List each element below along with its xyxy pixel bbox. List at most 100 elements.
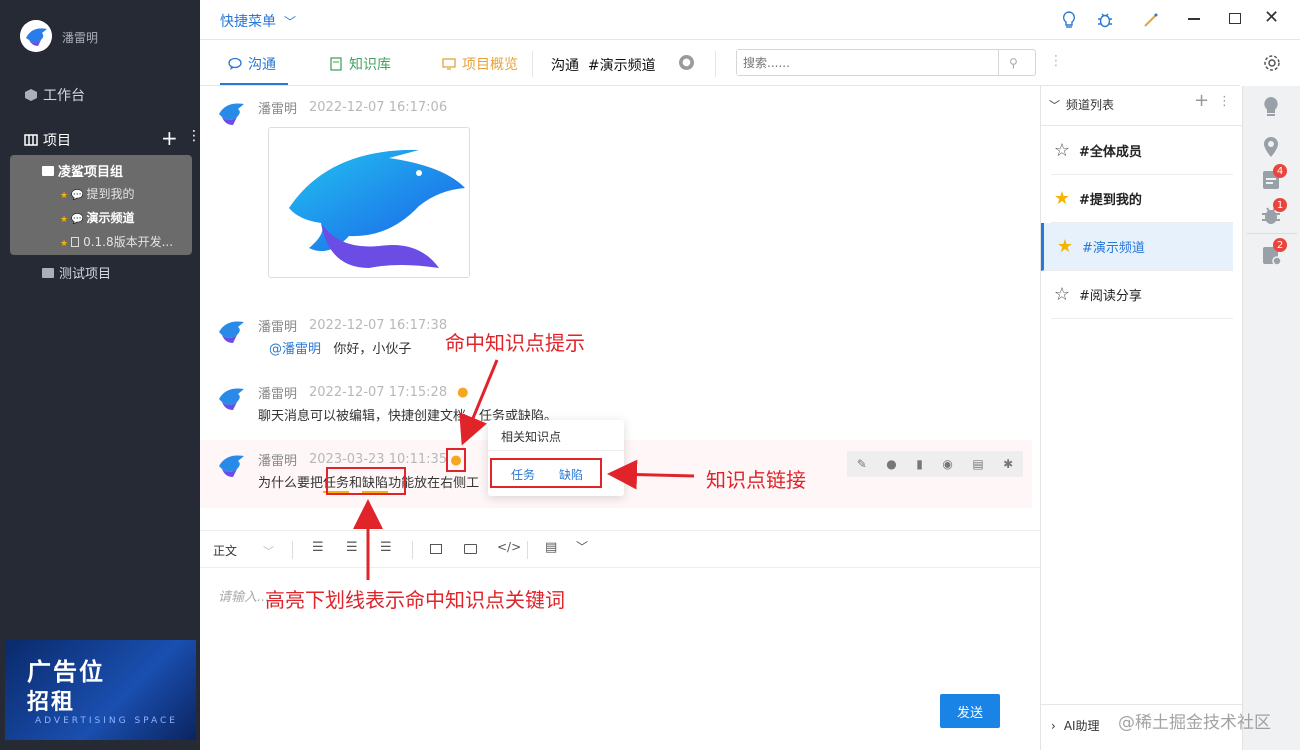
- task-icon[interactable]: ▤: [972, 457, 983, 471]
- divider: [412, 541, 413, 559]
- channel-item[interactable]: ☆ #阅读分享: [1051, 271, 1233, 319]
- bug-icon[interactable]: ✱: [1003, 457, 1013, 471]
- tab-active-indicator: [220, 83, 288, 85]
- chevron-down-icon: ﹀: [263, 544, 275, 558]
- channel-item-active[interactable]: ★ #演示频道: [1041, 223, 1233, 271]
- knowledge-popup: 相关知识点 任务 缺陷: [488, 420, 624, 496]
- divider: [1041, 125, 1243, 126]
- channel-name: #演示频道: [1082, 241, 1145, 256]
- sidebar-item-workbench[interactable]: 工作台: [24, 85, 85, 105]
- settings-icon[interactable]: [1262, 53, 1282, 77]
- group-item[interactable]: 凌鲨项目组: [42, 161, 123, 180]
- message-image[interactable]: [268, 127, 470, 278]
- channel-item[interactable]: ★ #提到我的: [1051, 175, 1233, 223]
- message-header: 潘雷明 2022-12-07 17:15:28 ●: [258, 383, 468, 402]
- location-icon[interactable]: [1262, 136, 1280, 162]
- bullet-list-icon[interactable]: ☰: [312, 540, 324, 555]
- channel-item[interactable]: ☆ #全体成员: [1051, 127, 1233, 175]
- location-icon[interactable]: ◉: [942, 457, 952, 471]
- message-author: 潘雷明: [258, 454, 298, 469]
- knowledge-hint-icon[interactable]: ●: [457, 385, 468, 400]
- annotation-link: 知识点链接: [706, 468, 806, 492]
- editor-toolbar: 正文 ﹀ ☰ ☰ ☰ </> ▤ ﹀: [200, 530, 1040, 568]
- more-icon[interactable]: ⋮: [1218, 94, 1231, 109]
- doc-icon[interactable]: ▮: [916, 457, 923, 471]
- tab-knowledge[interactable]: 知识库: [329, 54, 391, 74]
- more-icon[interactable]: ⋮: [1049, 53, 1063, 69]
- knowledge-link-bug[interactable]: 缺陷: [559, 466, 583, 483]
- doc-badge: 4: [1273, 164, 1287, 178]
- mention-link[interactable]: @潘雷明: [269, 342, 321, 357]
- user-avatar[interactable]: [20, 20, 52, 52]
- sidebar-item-test-project[interactable]: 测试项目: [42, 263, 111, 282]
- editor-placeholder: 请输入...: [218, 590, 270, 605]
- search-box: ⚲: [736, 49, 1036, 76]
- test-project-label: 测试项目: [59, 267, 112, 282]
- ad-line2: 招租: [27, 690, 76, 715]
- send-button[interactable]: 发送: [940, 694, 1000, 728]
- maximize-icon[interactable]: [1229, 13, 1241, 24]
- edit-icon[interactable]: ✎: [857, 457, 867, 471]
- doc-icon: [71, 237, 80, 247]
- divider: [1041, 704, 1243, 705]
- channel-list-header[interactable]: ﹀ 频道列表: [1049, 96, 1114, 113]
- monitor-icon: [442, 57, 456, 71]
- star-icon: ★: [60, 239, 69, 249]
- numbered-list-icon[interactable]: ☰: [346, 540, 358, 555]
- channel-name: #提到我的: [1079, 193, 1142, 208]
- divider: [715, 51, 716, 77]
- tab-project-overview[interactable]: 项目概览: [442, 54, 518, 74]
- chat-icon: 💬: [71, 214, 84, 225]
- image-icon[interactable]: [430, 544, 442, 554]
- code-icon[interactable]: </>: [497, 540, 521, 554]
- folder-icon: [42, 166, 54, 176]
- chevron-down-icon[interactable]: ﹀: [576, 538, 588, 555]
- add-channel-icon[interactable]: +: [1194, 90, 1209, 111]
- watermark: @稀土掘金技术社区: [1118, 713, 1271, 733]
- ai-helper-toggle[interactable]: › AI助理: [1051, 717, 1100, 734]
- lightbulb-icon[interactable]: [1262, 96, 1280, 122]
- sub-item-label: 演示频道: [86, 211, 135, 225]
- lightbulb-icon[interactable]: [1062, 11, 1076, 33]
- message-author: 潘雷明: [258, 102, 298, 117]
- checklist-icon[interactable]: ☰: [380, 540, 392, 555]
- knowledge-link-task[interactable]: 任务: [511, 466, 535, 483]
- ad-banner[interactable]: 广告位 招租 ADVERTISING SPACE: [5, 640, 196, 740]
- task-badge: 2: [1273, 238, 1287, 252]
- channel-list-title: 频道列表: [1066, 98, 1115, 112]
- message-author: 潘雷明: [258, 387, 298, 402]
- wand-icon[interactable]: [1142, 11, 1160, 33]
- workbench-label: 工作台: [43, 88, 85, 104]
- quick-menu[interactable]: 快捷菜单 ﹀: [220, 11, 296, 31]
- knowledge-hint-icon[interactable]: ●: [446, 448, 466, 472]
- message-body: @潘雷明 你好，小伙子: [269, 338, 411, 357]
- format-select[interactable]: 正文 ﹀: [213, 542, 274, 559]
- projects-more-icon[interactable]: ⋮: [187, 128, 201, 144]
- message-header: 潘雷明 2022-12-07 16:17:06: [258, 98, 447, 117]
- message-avatar[interactable]: [216, 98, 246, 128]
- chevron-down-icon: ﹀: [284, 14, 297, 29]
- message-avatar[interactable]: [216, 316, 246, 346]
- message-text: 你好，小伙子: [333, 342, 412, 357]
- tab-label: 沟通: [248, 57, 276, 73]
- tab-communication[interactable]: 沟通: [228, 54, 276, 74]
- sub-item-doc[interactable]: ★ 0.1.8版本开发...: [60, 233, 173, 250]
- message-time: 2022-12-07 17:15:28: [309, 385, 448, 400]
- message-avatar[interactable]: [216, 450, 246, 480]
- member-icon[interactable]: ●: [679, 55, 694, 70]
- popup-title: 相关知识点: [501, 430, 562, 444]
- folder-icon[interactable]: [464, 544, 477, 554]
- message-avatar[interactable]: [216, 383, 246, 413]
- add-project-icon[interactable]: +: [161, 126, 178, 150]
- sub-item-mentions[interactable]: ★ 💬 提到我的: [60, 185, 135, 202]
- top-bar: 快捷菜单 ﹀ ✕: [200, 0, 1300, 40]
- search-input[interactable]: [737, 50, 999, 75]
- minimize-icon[interactable]: [1188, 18, 1200, 20]
- bug-icon[interactable]: [1097, 11, 1113, 33]
- close-icon[interactable]: ✕: [1264, 7, 1279, 28]
- sub-item-demo-channel[interactable]: ★ 💬 演示频道: [60, 209, 135, 226]
- message-time: 2023-03-23 10:11:35: [309, 452, 448, 467]
- search-icon[interactable]: ⚲: [1009, 56, 1018, 70]
- widget-icon[interactable]: ▤: [545, 540, 557, 555]
- lightbulb-icon[interactable]: ●: [886, 457, 896, 471]
